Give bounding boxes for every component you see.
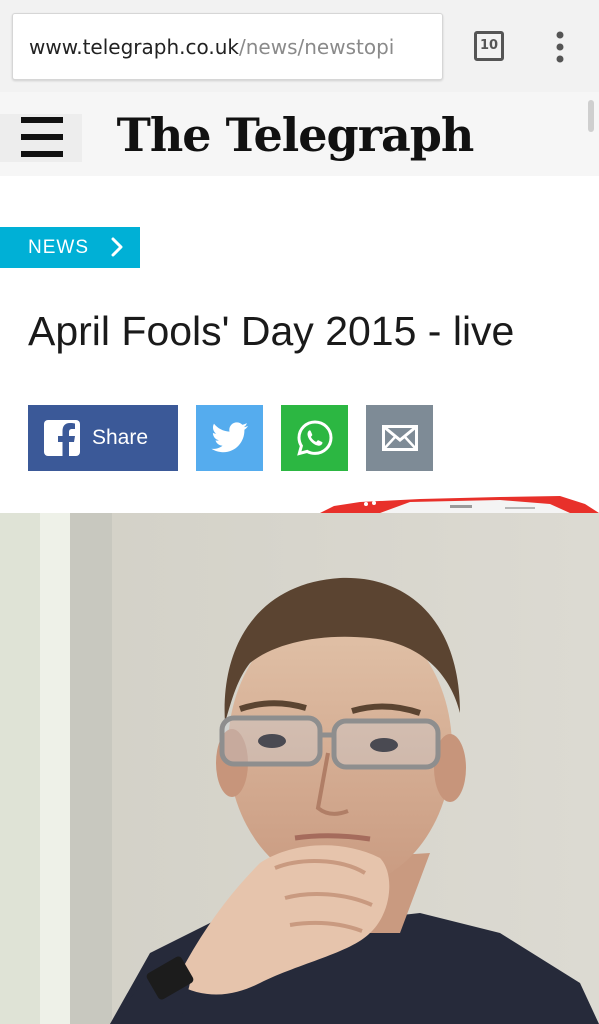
whatsapp-icon [296, 420, 333, 456]
facebook-icon [44, 420, 80, 456]
hamburger-menu-button[interactable] [0, 114, 82, 162]
email-icon [381, 425, 418, 451]
url-path: /news/newstopi [239, 35, 395, 59]
hamburger-menu-icon [21, 151, 63, 157]
hamburger-menu-icon [21, 117, 63, 123]
banner-graphic [300, 494, 599, 513]
news-section-link[interactable]: NEWS [0, 227, 140, 268]
address-bar[interactable]: www.telegraph.co.uk/news/newstopi [12, 13, 443, 80]
url-host: www.telegraph.co.uk [29, 35, 239, 59]
brand-logo[interactable]: The Telegraph [90, 100, 500, 170]
scroll-indicator [588, 100, 594, 132]
section-label: NEWS [28, 237, 89, 258]
chevron-right-icon [111, 237, 123, 257]
article-headline: April Fools' Day 2015 - live [28, 308, 515, 354]
twitter-share-button[interactable] [196, 405, 263, 471]
facebook-share-button[interactable]: Share [28, 405, 178, 471]
overflow-dots-icon [556, 31, 564, 63]
whatsapp-share-button[interactable] [281, 405, 348, 471]
tab-switcher-button[interactable]: 10 [474, 31, 504, 61]
article-hero-photo [0, 513, 599, 1024]
hamburger-menu-icon [21, 134, 63, 140]
twitter-icon [210, 422, 248, 453]
facebook-share-label: Share [92, 426, 149, 449]
email-share-button[interactable] [366, 405, 433, 471]
overflow-menu-button[interactable] [550, 30, 570, 64]
